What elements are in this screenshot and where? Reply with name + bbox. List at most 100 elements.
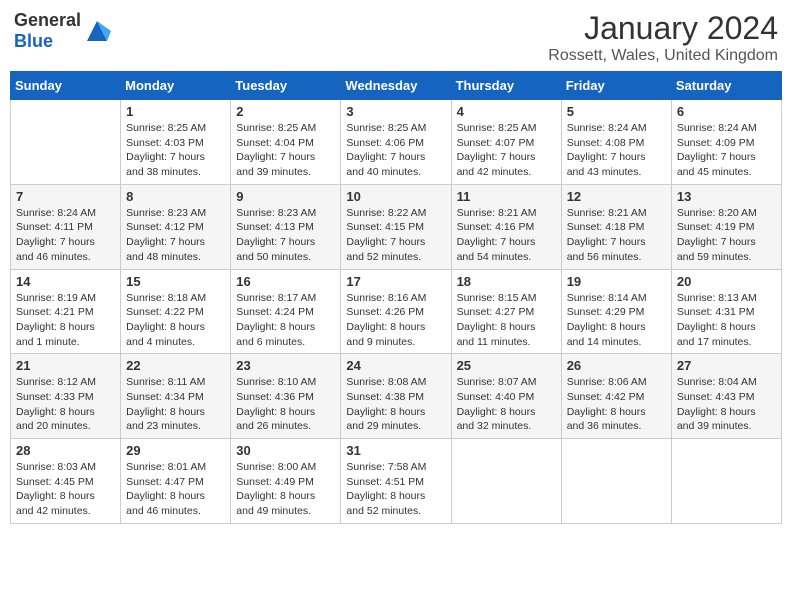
day-info: Sunrise: 8:08 AMSunset: 4:38 PMDaylight:… xyxy=(346,375,445,434)
column-header-monday: Monday xyxy=(121,72,231,100)
day-cell: 8 Sunrise: 8:23 AMSunset: 4:12 PMDaylight… xyxy=(121,184,231,269)
day-cell: 10Sunrise: 8:22 AMSunset: 4:15 PMDayligh… xyxy=(341,184,451,269)
day-info: Sunrise: 8:12 AMSunset: 4:33 PMDaylight:… xyxy=(16,375,115,434)
day-cell: 5 Sunrise: 8:24 AMSunset: 4:08 PMDaylight… xyxy=(561,100,671,185)
day-cell: 14Sunrise: 8:19 AMSunset: 4:21 PMDayligh… xyxy=(11,269,121,354)
day-number: 3 xyxy=(346,104,445,119)
day-number: 6 xyxy=(677,104,776,119)
day-info: Sunrise: 8:10 AMSunset: 4:36 PMDaylight:… xyxy=(236,375,335,434)
day-number: 19 xyxy=(567,274,666,289)
day-number: 22 xyxy=(126,358,225,373)
day-cell: 13 Sunrise: 8:20 AMSunset: 4:19 PMDayligh… xyxy=(671,184,781,269)
day-number: 5 xyxy=(567,104,666,119)
column-header-sunday: Sunday xyxy=(11,72,121,100)
week-row-2: 7Sunrise: 8:24 AMSunset: 4:11 PMDaylight… xyxy=(11,184,782,269)
day-info: Sunrise: 8:23 AMSunset: 4:12 PMDaylight:… xyxy=(126,206,225,265)
day-cell: 30 Sunrise: 8:00 AMSunset: 4:49 PMDayligh… xyxy=(231,439,341,524)
day-info: Sunrise: 8:25 AMSunset: 4:06 PMDaylight:… xyxy=(346,121,445,180)
day-info: Sunrise: 8:17 AMSunset: 4:24 PMDaylight:… xyxy=(236,291,335,350)
day-number: 30 xyxy=(236,443,335,458)
day-cell: 23 Sunrise: 8:10 AMSunset: 4:36 PMDayligh… xyxy=(231,354,341,439)
logo-blue: Blue xyxy=(14,31,53,51)
week-row-3: 14Sunrise: 8:19 AMSunset: 4:21 PMDayligh… xyxy=(11,269,782,354)
day-info: Sunrise: 8:24 AMSunset: 4:09 PMDaylight:… xyxy=(677,121,776,180)
day-cell: 15 Sunrise: 8:18 AMSunset: 4:22 PMDayligh… xyxy=(121,269,231,354)
week-row-4: 21 Sunrise: 8:12 AMSunset: 4:33 PMDayligh… xyxy=(11,354,782,439)
day-info: Sunrise: 8:04 AMSunset: 4:43 PMDaylight:… xyxy=(677,375,776,434)
day-cell: 24 Sunrise: 8:08 AMSunset: 4:38 PMDayligh… xyxy=(341,354,451,439)
day-cell: 26 Sunrise: 8:06 AMSunset: 4:42 PMDayligh… xyxy=(561,354,671,439)
day-number: 14 xyxy=(16,274,115,289)
day-number: 9 xyxy=(236,189,335,204)
column-header-thursday: Thursday xyxy=(451,72,561,100)
day-cell xyxy=(561,439,671,524)
day-cell: 31 Sunrise: 7:58 AMSunset: 4:51 PMDayligh… xyxy=(341,439,451,524)
main-title: January 2024 xyxy=(548,10,778,47)
column-header-friday: Friday xyxy=(561,72,671,100)
week-row-5: 28 Sunrise: 8:03 AMSunset: 4:45 PMDayligh… xyxy=(11,439,782,524)
day-cell: 2 Sunrise: 8:25 AMSunset: 4:04 PMDaylight… xyxy=(231,100,341,185)
day-info: Sunrise: 8:00 AMSunset: 4:49 PMDaylight:… xyxy=(236,460,335,519)
title-block: January 2024 Rossett, Wales, United King… xyxy=(548,10,778,65)
day-info: Sunrise: 8:13 AMSunset: 4:31 PMDaylight:… xyxy=(677,291,776,350)
day-number: 31 xyxy=(346,443,445,458)
logo: General Blue xyxy=(14,10,111,52)
day-cell: 6 Sunrise: 8:24 AMSunset: 4:09 PMDaylight… xyxy=(671,100,781,185)
day-number: 24 xyxy=(346,358,445,373)
day-info: Sunrise: 8:11 AMSunset: 4:34 PMDaylight:… xyxy=(126,375,225,434)
day-number: 8 xyxy=(126,189,225,204)
day-info: Sunrise: 7:58 AMSunset: 4:51 PMDaylight:… xyxy=(346,460,445,519)
day-cell: 3 Sunrise: 8:25 AMSunset: 4:06 PMDaylight… xyxy=(341,100,451,185)
day-info: Sunrise: 8:25 AMSunset: 4:04 PMDaylight:… xyxy=(236,121,335,180)
day-number: 28 xyxy=(16,443,115,458)
day-info: Sunrise: 8:23 AMSunset: 4:13 PMDaylight:… xyxy=(236,206,335,265)
day-cell: 19Sunrise: 8:14 AMSunset: 4:29 PMDayligh… xyxy=(561,269,671,354)
day-cell: 9 Sunrise: 8:23 AMSunset: 4:13 PMDaylight… xyxy=(231,184,341,269)
day-info: Sunrise: 8:21 AMSunset: 4:16 PMDaylight:… xyxy=(457,206,556,265)
day-number: 2 xyxy=(236,104,335,119)
day-cell xyxy=(11,100,121,185)
day-number: 15 xyxy=(126,274,225,289)
day-info: Sunrise: 8:06 AMSunset: 4:42 PMDaylight:… xyxy=(567,375,666,434)
column-header-saturday: Saturday xyxy=(671,72,781,100)
day-cell: 29Sunrise: 8:01 AMSunset: 4:47 PMDayligh… xyxy=(121,439,231,524)
day-number: 11 xyxy=(457,189,556,204)
day-number: 21 xyxy=(16,358,115,373)
day-cell: 12Sunrise: 8:21 AMSunset: 4:18 PMDayligh… xyxy=(561,184,671,269)
day-cell: 7Sunrise: 8:24 AMSunset: 4:11 PMDaylight… xyxy=(11,184,121,269)
day-number: 25 xyxy=(457,358,556,373)
subtitle: Rossett, Wales, United Kingdom xyxy=(548,47,778,65)
day-cell: 22 Sunrise: 8:11 AMSunset: 4:34 PMDayligh… xyxy=(121,354,231,439)
column-header-row: SundayMondayTuesdayWednesdayThursdayFrid… xyxy=(11,72,782,100)
day-info: Sunrise: 8:24 AMSunset: 4:08 PMDaylight:… xyxy=(567,121,666,180)
day-number: 23 xyxy=(236,358,335,373)
day-info: Sunrise: 8:03 AMSunset: 4:45 PMDaylight:… xyxy=(16,460,115,519)
day-info: Sunrise: 8:18 AMSunset: 4:22 PMDaylight:… xyxy=(126,291,225,350)
day-cell: 28 Sunrise: 8:03 AMSunset: 4:45 PMDayligh… xyxy=(11,439,121,524)
day-number: 1 xyxy=(126,104,225,119)
day-cell: 4Sunrise: 8:25 AMSunset: 4:07 PMDaylight… xyxy=(451,100,561,185)
day-cell xyxy=(451,439,561,524)
day-number: 18 xyxy=(457,274,556,289)
day-number: 4 xyxy=(457,104,556,119)
day-info: Sunrise: 8:22 AMSunset: 4:15 PMDaylight:… xyxy=(346,206,445,265)
day-info: Sunrise: 8:15 AMSunset: 4:27 PMDaylight:… xyxy=(457,291,556,350)
logo-general: General xyxy=(14,10,81,30)
day-info: Sunrise: 8:21 AMSunset: 4:18 PMDaylight:… xyxy=(567,206,666,265)
day-cell: 25Sunrise: 8:07 AMSunset: 4:40 PMDayligh… xyxy=(451,354,561,439)
day-cell: 1 Sunrise: 8:25 AMSunset: 4:03 PMDaylight… xyxy=(121,100,231,185)
column-header-wednesday: Wednesday xyxy=(341,72,451,100)
day-number: 16 xyxy=(236,274,335,289)
day-info: Sunrise: 8:20 AMSunset: 4:19 PMDaylight:… xyxy=(677,206,776,265)
day-number: 26 xyxy=(567,358,666,373)
day-number: 29 xyxy=(126,443,225,458)
page-header: General Blue January 2024 Rossett, Wales… xyxy=(10,10,782,65)
day-number: 27 xyxy=(677,358,776,373)
day-cell: 17Sunrise: 8:16 AMSunset: 4:26 PMDayligh… xyxy=(341,269,451,354)
day-cell xyxy=(671,439,781,524)
day-number: 17 xyxy=(346,274,445,289)
day-cell: 20Sunrise: 8:13 AMSunset: 4:31 PMDayligh… xyxy=(671,269,781,354)
day-info: Sunrise: 8:24 AMSunset: 4:11 PMDaylight:… xyxy=(16,206,115,265)
day-number: 13 xyxy=(677,189,776,204)
day-info: Sunrise: 8:25 AMSunset: 4:03 PMDaylight:… xyxy=(126,121,225,180)
